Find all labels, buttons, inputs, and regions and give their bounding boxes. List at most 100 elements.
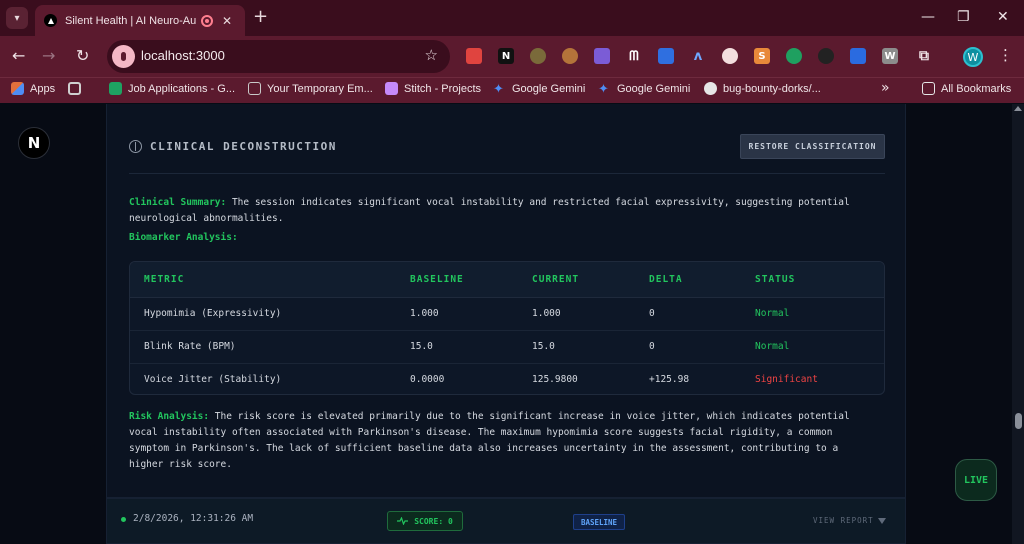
apps-grid-icon [11, 82, 24, 95]
reload-icon[interactable]: ↻ [76, 46, 89, 66]
minimize-button[interactable]: — [921, 9, 935, 25]
extension-s-icon[interactable]: S [754, 48, 770, 64]
baseline-cell: 15.0 [410, 341, 433, 352]
bookmark-bug-bounty-dorks[interactable]: bug-bounty-dorks/... [704, 82, 821, 95]
extension-notion-icon[interactable]: N [498, 48, 514, 64]
extension-up-icon[interactable] [786, 48, 802, 64]
tab-strip: ▾ Silent Health | AI Neuro-Au ✕ + — ❐ ✕ [0, 0, 1024, 36]
live-button[interactable]: LIVE [955, 459, 997, 501]
delta-cell: 0 [649, 341, 655, 352]
bookmark-stitch[interactable]: Stitch - Projects [385, 82, 481, 95]
extension-w-icon[interactable]: W [882, 48, 898, 64]
status-badge: Normal [755, 341, 790, 352]
extension-red-icon[interactable] [466, 48, 482, 64]
extension-pinwheel-icon[interactable] [722, 48, 738, 64]
recording-indicator-icon[interactable] [201, 14, 213, 27]
col-status: STATUS [755, 274, 796, 285]
more-bookmarks-icon[interactable]: » [881, 80, 890, 96]
delta-cell: +125.98 [649, 374, 690, 385]
baseline-badge: BASELINE [573, 514, 625, 530]
profile-avatar[interactable]: W [963, 47, 983, 67]
table-row: Voice Jitter (Stability) 0.0000 125.9800… [130, 364, 884, 394]
panel-title: CLINICAL DECONSTRUCTION [150, 140, 337, 153]
scroll-up-arrow-icon[interactable] [1014, 106, 1022, 111]
risk-analysis: Risk Analysis: The risk score is elevate… [129, 409, 885, 473]
baseline-cell: 0.0000 [410, 374, 445, 385]
app-logo[interactable]: N [18, 127, 50, 159]
close-window-button[interactable]: ✕ [997, 9, 1009, 25]
github-icon [704, 82, 717, 95]
delta-cell: 0 [649, 308, 655, 319]
risk-analysis-text: The risk score is elevated primarily due… [209, 411, 850, 422]
url-text[interactable]: localhost:3000 [141, 48, 225, 63]
nextjs-favicon-icon [44, 14, 57, 27]
restore-classification-button[interactable]: RESTORE CLASSIFICATION [740, 134, 885, 159]
table-row: Blink Rate (BPM) 15.0 15.0 0 Normal [130, 331, 884, 364]
forward-arrow-icon[interactable]: → [42, 46, 55, 66]
session-timestamp: 2/8/2026, 12:31:26 AM [133, 513, 254, 524]
extension-m-icon[interactable]: ᗰ [626, 48, 642, 64]
clinical-summary-text-2: neurological abnormalities. [129, 213, 284, 224]
bookmark-tab-groups[interactable] [68, 82, 81, 95]
extension-cookie-icon[interactable] [562, 48, 578, 64]
clinical-summary-label: Clinical Summary: [129, 197, 227, 208]
score-badge: SCORE: 0 [387, 511, 463, 531]
bookmark-star-icon[interactable]: ☆ [425, 46, 438, 64]
all-bookmarks[interactable]: All Bookmarks [922, 82, 1011, 95]
risk-analysis-text-2: vocal instability often associated with … [129, 427, 833, 438]
metric-cell: Voice Jitter (Stability) [144, 374, 282, 385]
col-baseline: BASELINE [410, 274, 464, 285]
risk-analysis-text-4: higher risk score. [129, 459, 232, 470]
folder-icon [922, 82, 935, 95]
tab-close-icon[interactable]: ✕ [222, 14, 232, 28]
extension-a-icon[interactable]: ᴧ [690, 48, 706, 64]
extension-glasses-icon[interactable] [818, 48, 834, 64]
bookmark-temporary-email[interactable]: Your Temporary Em... [248, 82, 373, 95]
scrollbar[interactable] [1012, 104, 1024, 544]
active-tab[interactable]: Silent Health | AI Neuro-Au ✕ [35, 5, 245, 36]
tab-groups-icon [68, 82, 81, 95]
extension-square-icon[interactable] [850, 48, 866, 64]
clinical-summary-text: The session indicates significant vocal … [226, 197, 850, 208]
view-report-button[interactable]: VIEW REPORT [813, 516, 886, 525]
sheets-icon [109, 82, 122, 95]
microphone-icon[interactable] [112, 45, 135, 68]
clinical-deconstruction-panel: CLINICAL DECONSTRUCTION RESTORE CLASSIFI… [106, 104, 906, 498]
browser-menu-icon[interactable]: ⋮ [998, 46, 1013, 64]
bookmark-gemini-2[interactable]: ✦ Google Gemini [598, 82, 690, 95]
col-current: CURRENT [532, 274, 580, 285]
stitch-icon [385, 82, 398, 95]
metric-cell: Blink Rate (BPM) [144, 341, 236, 352]
new-tab-button[interactable]: + [253, 8, 268, 26]
clinical-summary: Clinical Summary: The session indicates … [129, 195, 885, 227]
brain-icon [129, 140, 142, 153]
back-arrow-icon[interactable]: ← [12, 46, 25, 66]
view-report-label: VIEW REPORT [813, 516, 874, 525]
col-metric: METRIC [144, 274, 185, 285]
gemini-sparkle-icon: ✦ [493, 81, 504, 96]
extension-blue-icon[interactable] [658, 48, 674, 64]
bookmark-apps[interactable]: Apps [11, 82, 55, 95]
session-row[interactable]: 2/8/2026, 12:31:26 AM SCORE: 0 BASELINE … [106, 498, 906, 544]
pulse-icon [397, 517, 409, 525]
current-cell: 15.0 [532, 341, 555, 352]
address-bar[interactable]: localhost:3000 ☆ [107, 40, 450, 73]
risk-analysis-label: Risk Analysis: [129, 411, 210, 422]
status-badge: Normal [755, 308, 790, 319]
bookmark-gemini-1[interactable]: ✦ Google Gemini [493, 82, 585, 95]
extension-grid-icon[interactable] [594, 48, 610, 64]
extension-owl-icon[interactable] [530, 48, 546, 64]
mail-icon [248, 82, 261, 95]
extensions-puzzle-icon[interactable]: ⧉ [916, 48, 932, 64]
gemini-sparkle-icon: ✦ [598, 81, 609, 96]
table-header: METRIC BASELINE CURRENT DELTA STATUS [130, 262, 884, 298]
current-cell: 1.000 [532, 308, 561, 319]
bookmark-job-applications[interactable]: Job Applications - G... [109, 82, 235, 95]
restore-window-button[interactable]: ❐ [957, 9, 970, 25]
tab-search-chevron-icon[interactable]: ▾ [6, 7, 28, 29]
app-page: N CLINICAL DECONSTRUCTION RESTORE CLASSI… [0, 104, 1024, 544]
divider [129, 173, 885, 174]
biomarker-table: METRIC BASELINE CURRENT DELTA STATUS Hyp… [129, 261, 885, 395]
table-row: Hypomimia (Expressivity) 1.000 1.000 0 N… [130, 298, 884, 331]
scrollbar-thumb[interactable] [1015, 413, 1022, 429]
